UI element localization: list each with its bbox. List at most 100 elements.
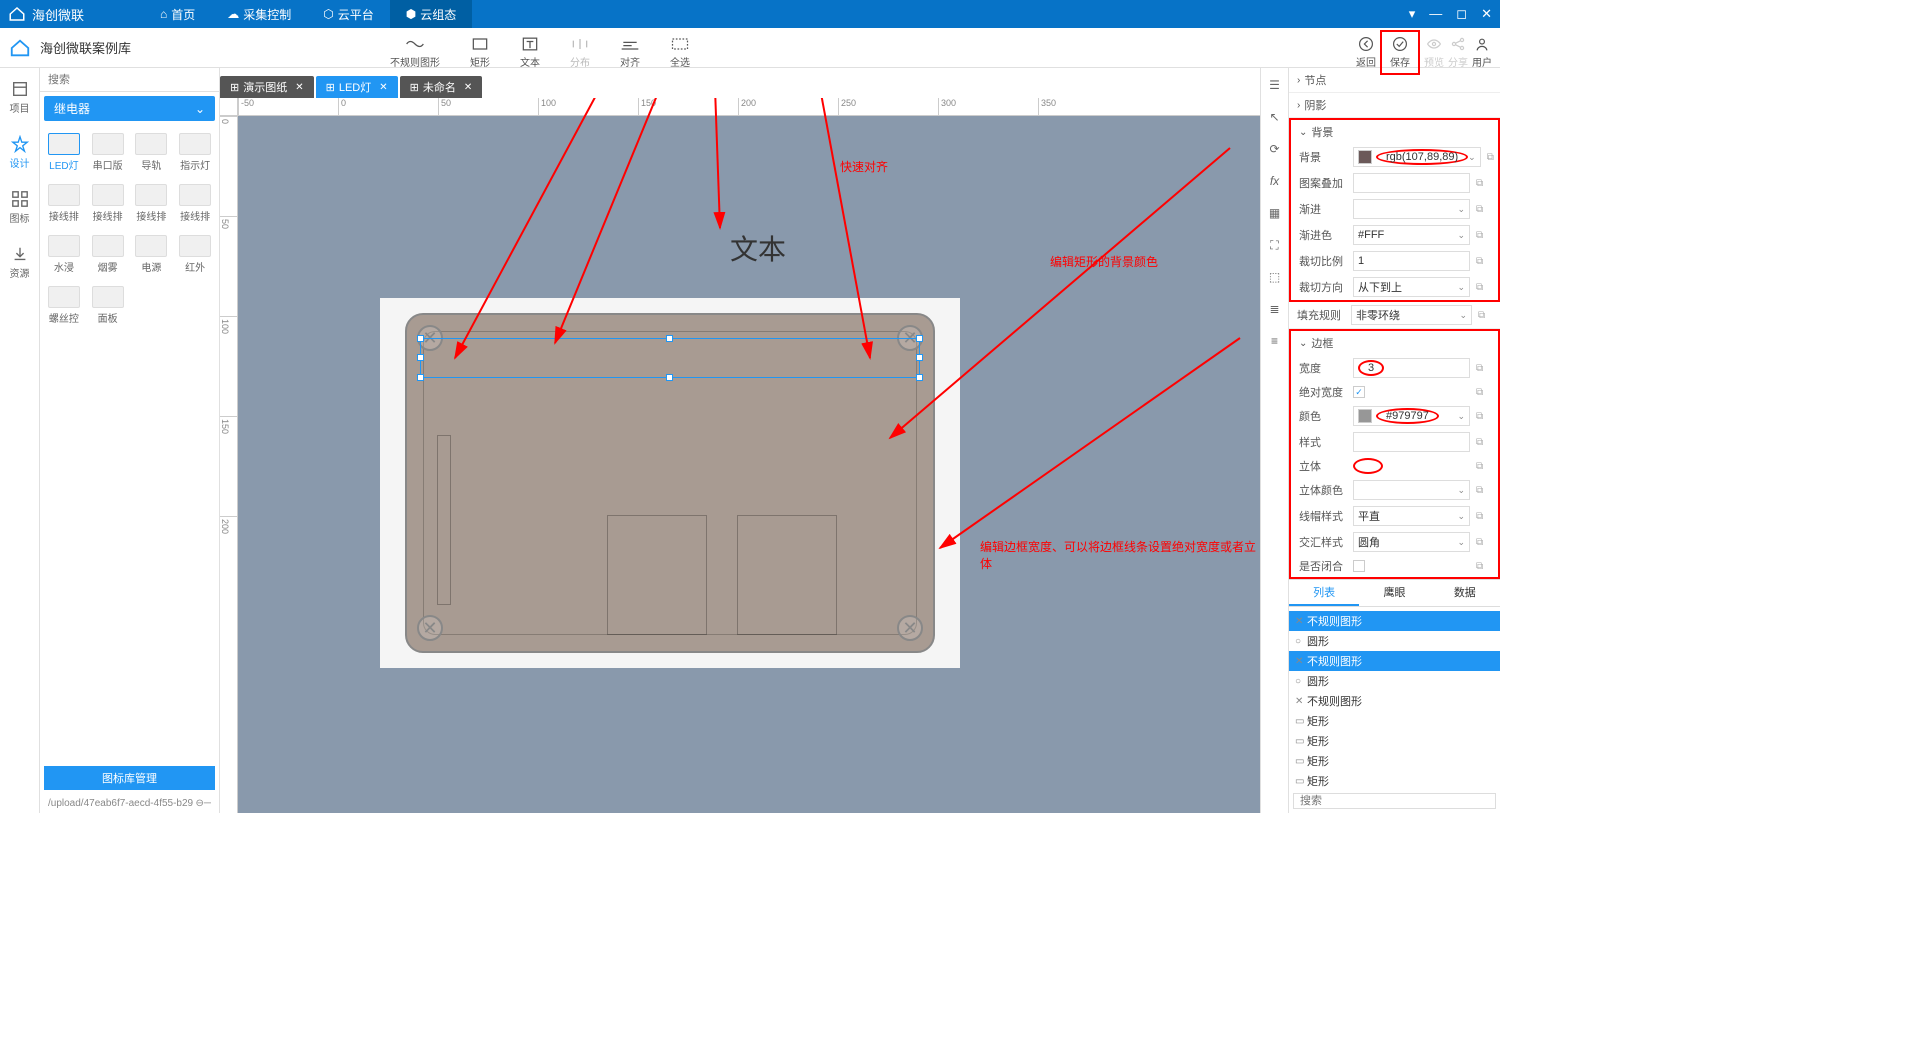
- layer-item[interactable]: 矩形: [1289, 771, 1500, 789]
- prop-closed-check[interactable]: [1353, 560, 1365, 572]
- prop-border-width[interactable]: 3: [1353, 358, 1470, 378]
- prop-crop-ratio[interactable]: 1: [1353, 251, 1470, 271]
- file-tab[interactable]: ⊞演示图纸✕: [220, 76, 314, 98]
- dropdown-icon[interactable]: ▾: [1409, 6, 1416, 22]
- layer-item[interactable]: 矩形: [1289, 751, 1500, 771]
- leftnav-assets[interactable]: 资源: [10, 245, 30, 280]
- library-item[interactable]: 接线排: [132, 180, 172, 227]
- library-manage-button[interactable]: 图标库管理: [44, 766, 215, 790]
- selection-rect[interactable]: [420, 338, 920, 378]
- link-icon[interactable]: ⧉: [1476, 437, 1490, 448]
- prop-bg-color[interactable]: rgb(107,89,89): [1353, 147, 1481, 167]
- link-icon[interactable]: ⧉: [1476, 387, 1490, 398]
- prop-linecap[interactable]: 平直: [1353, 506, 1470, 526]
- file-tab[interactable]: ⊞LED灯✕: [316, 76, 398, 98]
- link-icon[interactable]: ⧉: [1476, 461, 1490, 472]
- prop-solid-color[interactable]: [1353, 480, 1470, 500]
- library-item[interactable]: 螺丝控: [44, 282, 84, 329]
- nav-cloud[interactable]: ⬡云平台: [307, 0, 390, 28]
- tool-align[interactable]: 对齐: [620, 30, 640, 69]
- link-icon[interactable]: ⧉: [1476, 363, 1490, 374]
- rt-refresh-icon[interactable]: ⟳: [1266, 140, 1284, 158]
- prop-pattern[interactable]: [1353, 173, 1470, 193]
- layer-item[interactable]: 矩形: [1289, 711, 1500, 731]
- slot-rect[interactable]: [437, 435, 451, 605]
- link-icon[interactable]: ⧉: [1478, 310, 1492, 321]
- slot-rect[interactable]: [607, 515, 707, 635]
- prop-abs-width-check[interactable]: ✓: [1353, 386, 1365, 398]
- section-background-header[interactable]: 背景: [1291, 120, 1498, 144]
- tab-eye[interactable]: 鹰眼: [1359, 580, 1429, 606]
- library-item[interactable]: 烟雾: [88, 231, 128, 278]
- link-icon[interactable]: ⧉: [1487, 152, 1494, 163]
- rt-crop-icon[interactable]: ⬚: [1266, 268, 1284, 286]
- leftnav-icons[interactable]: 图标: [10, 190, 30, 225]
- rt-layers-icon[interactable]: ☰: [1266, 76, 1284, 94]
- leftnav-design[interactable]: 设计: [10, 135, 30, 170]
- library-item[interactable]: 串口版: [88, 129, 128, 176]
- library-item[interactable]: 水浸: [44, 231, 84, 278]
- section-shadow[interactable]: 阴影: [1289, 93, 1500, 117]
- leftnav-project[interactable]: 项目: [10, 80, 30, 115]
- link-icon[interactable]: ⧉: [1476, 561, 1490, 572]
- tool-text[interactable]: 文本: [520, 30, 540, 69]
- layer-item[interactable]: 不规则图形: [1289, 611, 1500, 631]
- prop-border-color[interactable]: #979797: [1353, 406, 1470, 426]
- layer-search[interactable]: [1293, 793, 1496, 809]
- rt-list-icon[interactable]: ≣: [1266, 300, 1284, 318]
- rt-fx-icon[interactable]: fx: [1266, 172, 1284, 190]
- library-item[interactable]: 接线排: [175, 180, 215, 227]
- library-search-input[interactable]: [40, 68, 219, 91]
- layer-item[interactable]: 矩形: [1289, 731, 1500, 751]
- prop-crop-dir[interactable]: 从下到上: [1353, 277, 1470, 297]
- action-preview[interactable]: 预览: [1424, 30, 1444, 75]
- maximize-button[interactable]: ◻: [1456, 6, 1467, 22]
- library-item[interactable]: 接线排: [88, 180, 128, 227]
- library-item[interactable]: 电源: [132, 231, 172, 278]
- screw-icon[interactable]: ✕: [417, 615, 443, 641]
- layer-item[interactable]: 不规则图形: [1289, 691, 1500, 711]
- link-icon[interactable]: ⧉: [1476, 411, 1490, 422]
- library-item[interactable]: 导轨: [132, 129, 172, 176]
- library-item[interactable]: 红外: [175, 231, 215, 278]
- library-item[interactable]: 指示灯: [175, 129, 215, 176]
- tool-rect[interactable]: 矩形: [470, 30, 490, 69]
- nav-collect[interactable]: ☁采集控制: [211, 0, 307, 28]
- link-icon[interactable]: ⧉: [1476, 230, 1490, 241]
- link-icon[interactable]: ⧉: [1476, 178, 1490, 189]
- rt-fullscreen-icon[interactable]: ⛶: [1266, 236, 1284, 254]
- tool-irregular[interactable]: 不规则图形: [390, 30, 440, 69]
- rt-pointer-icon[interactable]: ↖: [1266, 108, 1284, 126]
- action-user[interactable]: 用户: [1472, 30, 1492, 75]
- layer-item[interactable]: 不规则图形: [1289, 651, 1500, 671]
- slot-rect[interactable]: [737, 515, 837, 635]
- canvas[interactable]: -50050100150200250300350 050100150200 文本…: [220, 98, 1260, 813]
- link-icon[interactable]: ⧉: [1476, 485, 1490, 496]
- prop-gradient-color[interactable]: #FFF: [1353, 225, 1470, 245]
- link-icon[interactable]: ⧉: [1476, 282, 1490, 293]
- link-icon[interactable]: ⧉: [1476, 256, 1490, 267]
- link-icon[interactable]: ⧉: [1476, 511, 1490, 522]
- tab-list[interactable]: 列表: [1289, 580, 1359, 606]
- nav-hmi[interactable]: ⬢云组态: [390, 0, 473, 28]
- tool-selectall[interactable]: 全选: [670, 30, 690, 69]
- layer-item[interactable]: 圆形: [1289, 671, 1500, 691]
- action-share[interactable]: 分享: [1448, 30, 1468, 75]
- library-search[interactable]: [40, 68, 219, 92]
- layer-item[interactable]: 圆形: [1289, 631, 1500, 651]
- prop-linejoin[interactable]: 圆角: [1353, 532, 1470, 552]
- canvas-text-element[interactable]: 文本: [730, 228, 786, 268]
- action-save[interactable]: 保存: [1380, 30, 1420, 75]
- close-button[interactable]: ✕: [1481, 6, 1492, 22]
- library-item[interactable]: 接线排: [44, 180, 84, 227]
- rt-grid-icon[interactable]: ▦: [1266, 204, 1284, 222]
- rt-align-icon[interactable]: ≡: [1266, 332, 1284, 350]
- link-icon[interactable]: ⧉: [1476, 537, 1490, 548]
- section-border-header[interactable]: 边框: [1291, 331, 1498, 355]
- nav-home[interactable]: ⌂首页: [144, 0, 211, 28]
- action-back[interactable]: 返回: [1356, 30, 1376, 75]
- prop-border-style[interactable]: [1353, 432, 1470, 452]
- library-item[interactable]: LED灯: [44, 129, 84, 176]
- tab-data[interactable]: 数据: [1430, 580, 1500, 606]
- library-category[interactable]: 继电器⌄: [44, 96, 215, 121]
